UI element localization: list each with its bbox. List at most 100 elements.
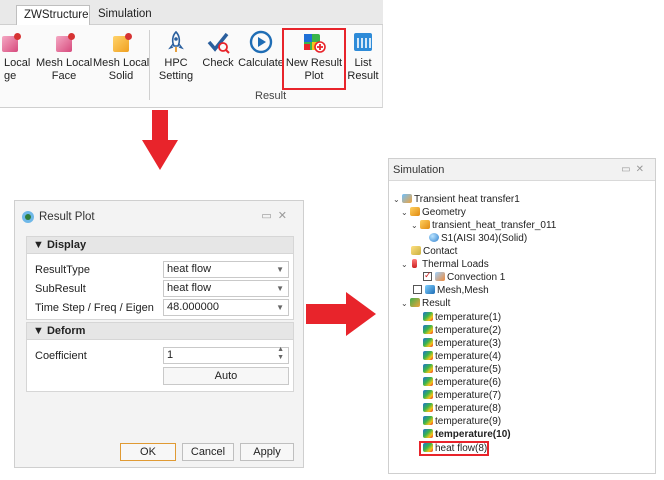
result-plot-icon — [423, 429, 433, 438]
mesh-local-solid-label: Mesh Local Solid — [93, 57, 150, 82]
pin-icon[interactable]: ▭ — [261, 210, 277, 222]
tree-item-label: Result — [422, 298, 451, 309]
sub-result-label: SubResult — [35, 283, 86, 295]
pin-icon[interactable]: ▭ — [621, 164, 635, 175]
tree-item-label: Contact — [423, 246, 458, 257]
tree-item-result-plot[interactable]: temperature(4) — [423, 350, 501, 363]
cancel-button[interactable]: Cancel — [182, 443, 234, 461]
tree-item-result-plot[interactable]: temperature(3) — [423, 337, 501, 350]
tree-item-root[interactable]: ⌄ Transient heat transfer1 — [393, 193, 520, 206]
chevron-down-icon[interactable]: ⌄ — [401, 297, 410, 310]
apply-button[interactable]: Apply — [240, 443, 294, 461]
tree-item-label: Thermal Loads — [422, 259, 489, 270]
display-section-header[interactable]: ▼ Display — [26, 236, 294, 254]
tree-item-geometry[interactable]: ⌄ Geometry — [401, 206, 466, 219]
thermometer-icon — [412, 259, 417, 268]
deform-section-header[interactable]: ▼ Deform — [26, 322, 294, 340]
coefficient-value: 1 — [167, 349, 174, 361]
tree-item-convection[interactable]: Convection 1 — [423, 269, 506, 284]
ribbon-tabbar: ZWStructure Simulation — [0, 0, 383, 25]
result-plot-icon — [423, 325, 433, 334]
result-plot-icon — [423, 351, 433, 360]
mesh-local-edge-label: Local ge — [4, 57, 31, 82]
tab-zwstructure[interactable]: ZWStructure — [16, 5, 90, 25]
mesh-local-face-button[interactable]: Mesh Local Face — [36, 30, 92, 83]
ribbon-group-label: Result — [255, 90, 287, 102]
tree-item-result-plot[interactable]: temperature(7) — [423, 389, 501, 402]
hpc-setting-button[interactable]: HPC Setting — [154, 30, 198, 83]
chevron-down-icon[interactable]: ⌄ — [411, 219, 420, 232]
time-step-select[interactable]: 48.000000 ▼ — [163, 299, 289, 316]
chevron-down-icon: ▼ — [276, 284, 284, 293]
tree-item-part[interactable]: ⌄ transient_heat_transfer_011 — [411, 219, 556, 232]
convection-checkbox[interactable] — [423, 269, 432, 282]
tree-item-result[interactable]: ⌄ Result — [401, 297, 450, 310]
tree-item-result-plot[interactable]: temperature(6) — [423, 376, 501, 389]
tree-item-solid[interactable]: S1(AISI 304)(Solid) — [429, 232, 527, 245]
dialog-title: Result Plot — [39, 211, 95, 223]
result-plot-icon — [423, 312, 433, 321]
tree-item-result-plot[interactable]: temperature(8) — [423, 402, 501, 415]
close-icon[interactable]: ✕ — [636, 164, 649, 175]
geometry-icon — [410, 207, 420, 216]
result-type-label: ResultType — [35, 264, 91, 276]
tree-item-label: Convection 1 — [447, 272, 506, 283]
time-step-value: 48.000000 — [167, 301, 219, 313]
auto-button[interactable]: Auto — [163, 367, 289, 385]
mesh-local-edge-icon — [2, 30, 32, 54]
result-type-value: heat flow — [167, 263, 212, 275]
result-type-select[interactable]: heat flow ▼ — [163, 261, 289, 278]
result-plot-icon — [423, 364, 433, 373]
coefficient-spinbox[interactable]: 1 ▲ ▼ — [163, 346, 289, 364]
tree-item-label: temperature(5) — [435, 364, 502, 375]
calculate-button[interactable]: Calculate — [238, 30, 284, 70]
chevron-down-icon[interactable]: ⌄ — [401, 206, 410, 219]
tab-simulation[interactable]: Simulation — [91, 5, 157, 25]
chevron-down-icon: ▼ — [276, 303, 284, 312]
result-plot-icon — [423, 390, 433, 399]
result-plot-icon — [423, 377, 433, 386]
mesh-local-solid-button[interactable]: Mesh Local Solid — [93, 30, 149, 83]
chevron-down-icon[interactable]: ⌄ — [393, 193, 402, 206]
mesh-checkbox[interactable] — [413, 285, 422, 294]
tree-item-result-plot[interactable]: temperature(5) — [423, 363, 501, 376]
check-icon — [206, 30, 230, 54]
convection-icon — [435, 272, 445, 281]
tree-item-result-plot[interactable]: temperature(2) — [423, 324, 501, 337]
time-step-label: Time Step / Freq / Eigen — [35, 302, 154, 314]
tree-item-result-plot[interactable]: temperature(9) — [423, 415, 501, 428]
tree-item-label: S1(AISI 304)(Solid) — [441, 233, 528, 244]
tree-item-contact[interactable]: Contact — [411, 245, 457, 258]
spin-arrows-icon[interactable]: ▲ ▼ — [277, 346, 284, 362]
result-icon — [410, 298, 420, 307]
sub-result-select[interactable]: heat flow ▼ — [163, 280, 289, 297]
tree-item-label: Mesh,Mesh — [437, 285, 489, 296]
close-icon[interactable]: ✕ — [278, 210, 293, 222]
tree-item-result-plot[interactable]: temperature(1) — [423, 311, 501, 324]
tree-item-label: transient_heat_transfer_011 — [432, 220, 557, 231]
contact-icon — [411, 246, 421, 255]
list-result-button[interactable]: List Result — [346, 30, 380, 83]
tree-item-label: temperature(6) — [435, 377, 502, 388]
ok-button[interactable]: OK — [120, 443, 176, 461]
tree-item-thermal-loads[interactable]: ⌄ Thermal Loads — [401, 258, 489, 271]
tree-item-mesh[interactable]: Mesh,Mesh — [413, 284, 489, 297]
ribbon: ZWStructure Simulation Local ge Mesh Loc… — [0, 0, 383, 108]
simulation-panel-header: Simulation ▭✕ — [389, 159, 655, 181]
chevron-down-icon[interactable]: ⌄ — [401, 258, 410, 271]
mesh-local-edge-button[interactable]: Local ge — [0, 30, 32, 83]
panel-window-controls: ▭✕ — [621, 159, 649, 181]
mesh-local-face-label: Mesh Local Face — [36, 57, 93, 82]
simulation-panel: Simulation ▭✕ ⌄ Transient heat transfer1 … — [388, 158, 656, 474]
tree-item-label: temperature(4) — [435, 351, 502, 362]
arrow-right-icon — [306, 292, 376, 336]
calculate-play-icon — [249, 30, 273, 54]
tree-item-label: temperature(7) — [435, 390, 502, 401]
part-icon — [420, 220, 430, 229]
list-result-label: List Result — [347, 57, 379, 82]
mesh-local-face-icon — [52, 30, 76, 54]
tree-item-result-plot-active[interactable]: temperature(10) — [423, 428, 511, 441]
check-button[interactable]: Check — [200, 30, 236, 70]
coefficient-label: Coefficient — [35, 350, 87, 362]
result-plot-icon — [423, 416, 433, 425]
